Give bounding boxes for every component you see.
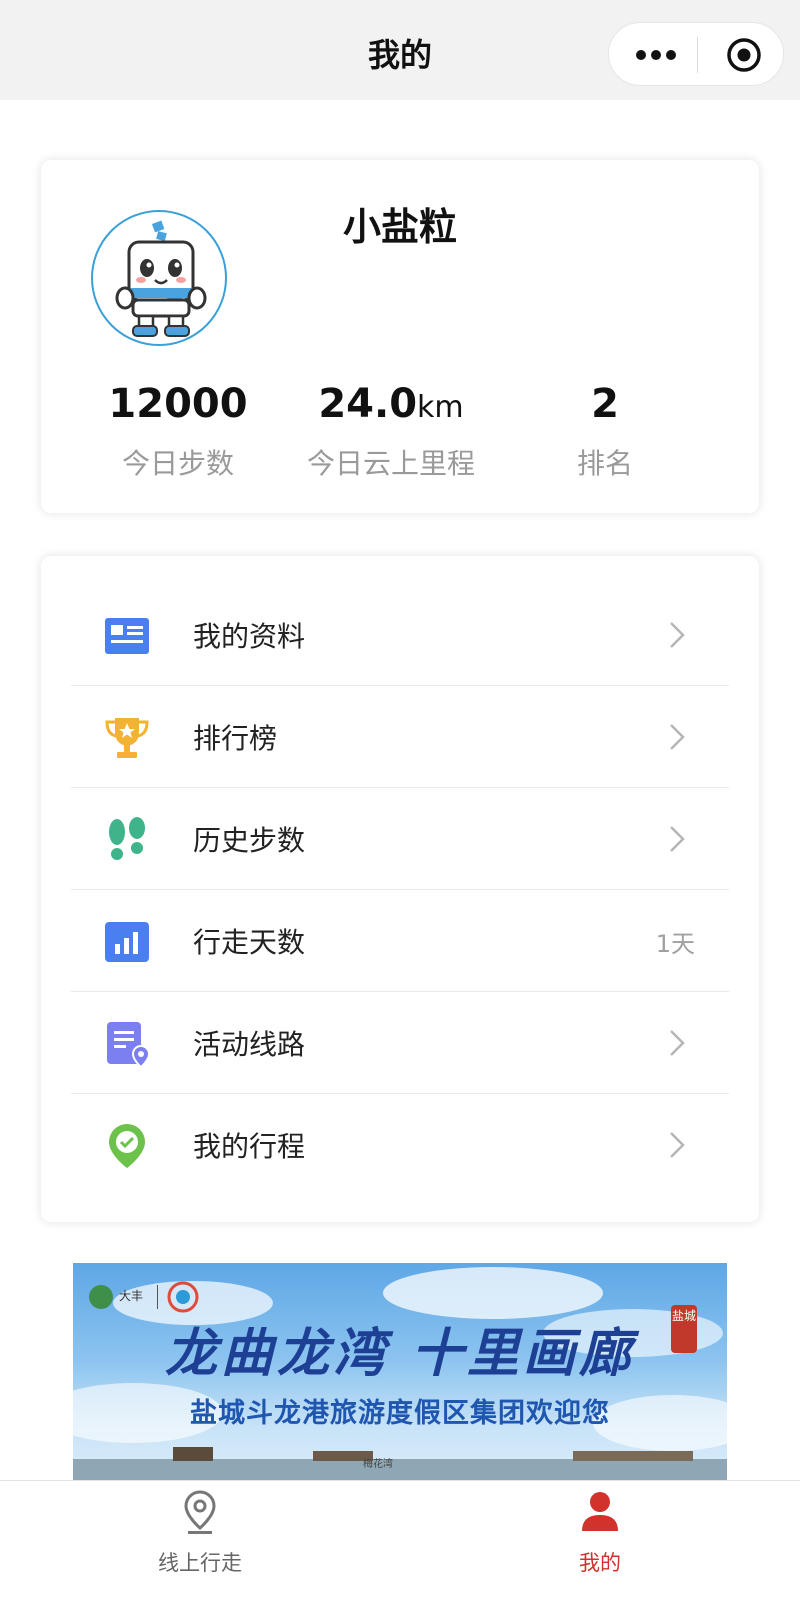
mini-program-capsule: [608, 22, 784, 86]
stat-label: 今日云上里程: [306, 447, 475, 480]
chevron-right-icon: [670, 622, 685, 648]
avatar[interactable]: [91, 210, 227, 346]
stat-value: 12000: [108, 381, 248, 427]
footprints-icon: [109, 817, 145, 860]
promo-banner[interactable]: 大丰 盐城 龙曲龙湾 十里画廊 盐城斗龙港旅游度假区集团欢迎您 梅花湾: [73, 1263, 727, 1480]
banner-caption: 梅花湾: [363, 1459, 393, 1470]
tab-mine[interactable]: 我的: [400, 1481, 800, 1600]
chevron-right-icon: [670, 826, 685, 852]
banner-subtitle: 盐城斗龙港旅游度假区集团欢迎您: [190, 1398, 610, 1429]
tab-bar: 线上行走 我的: [0, 1480, 800, 1600]
profile-card: 小盐粒 12000 今日步数 24.0km 今日云上里程 2 排名: [41, 160, 759, 513]
user-icon: [582, 1492, 618, 1531]
chevron-right-icon: [670, 1132, 685, 1158]
bar-chart-icon: [105, 922, 149, 962]
stat-steps: 12000 今日步数: [68, 380, 288, 482]
menu-item-activity-routes[interactable]: 活动线路: [71, 992, 729, 1094]
menu-item-label: 活动线路: [193, 1028, 306, 1061]
stat-value: 2: [591, 381, 619, 427]
menu-item-step-history[interactable]: 历史步数: [71, 788, 729, 890]
stat-mileage: 24.0km 今日云上里程: [281, 380, 501, 482]
menu-item-label: 排行榜: [193, 722, 278, 755]
capsule-divider: [697, 37, 698, 73]
tab-online-walk[interactable]: 线上行走: [0, 1481, 400, 1600]
stat-label: 排名: [576, 447, 633, 480]
menu-item-walking-days[interactable]: 行走天数 1天: [71, 890, 729, 992]
stat-value: 24.0km: [318, 381, 464, 427]
mascot-avatar-icon: [115, 220, 207, 337]
menu-item-label: 行走天数: [193, 926, 306, 959]
banner-logo-text: 大丰: [119, 1289, 144, 1303]
page-content: 小盐粒 12000 今日步数 24.0km 今日云上里程 2 排名 我的资料 排…: [0, 100, 800, 1480]
chevron-right-icon: [670, 724, 685, 750]
profile-card-icon: [105, 618, 149, 654]
menu-item-leaderboard[interactable]: 排行榜: [71, 686, 729, 788]
route-list-icon: [107, 1022, 151, 1068]
close-target-icon[interactable]: [726, 37, 762, 73]
menu-item-my-profile[interactable]: 我的资料: [71, 584, 729, 686]
more-icon[interactable]: [635, 45, 677, 65]
trophy-icon: [105, 718, 149, 758]
stat-rank: 2 排名: [495, 380, 715, 482]
user-nickname: 小盐粒: [342, 205, 457, 249]
location-check-icon: [109, 1124, 145, 1168]
banner-title: 龙曲龙湾 十里画廊: [164, 1323, 636, 1384]
walking-days-value: 1天: [655, 930, 695, 958]
stat-label: 今日步数: [121, 447, 234, 480]
menu-item-my-itinerary[interactable]: 我的行程: [71, 1094, 729, 1196]
nav-bar: 我的: [0, 0, 800, 100]
menu-card: 我的资料 排行榜 历史步数 行走天数 1天 活动线路 我的行程: [41, 556, 759, 1222]
menu-item-label: 我的行程: [193, 1130, 306, 1163]
location-pin-icon: [184, 1490, 216, 1534]
tab-label: 线上行走: [158, 1551, 242, 1575]
tab-label: 我的: [579, 1551, 621, 1575]
menu-item-label: 我的资料: [193, 620, 306, 653]
chevron-right-icon: [670, 1030, 685, 1056]
menu-item-label: 历史步数: [193, 824, 306, 857]
